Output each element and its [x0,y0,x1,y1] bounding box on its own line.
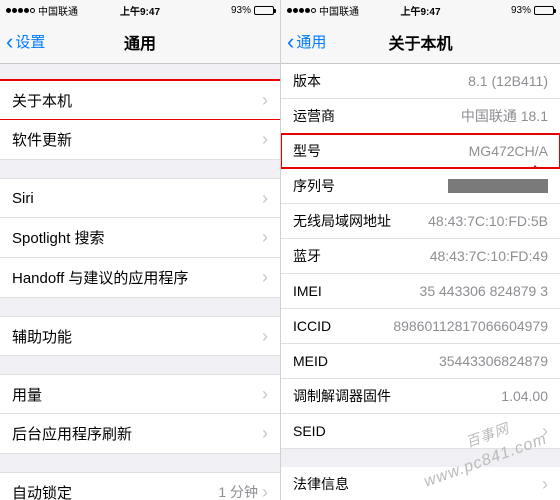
nav-bar: ‹ 设置 通用 [0,20,280,64]
software-update-cell[interactable]: 软件更新 › [0,120,280,160]
page-title: 关于本机 [388,30,452,54]
about-cell[interactable]: 关于本机 › [0,80,280,120]
autolock-cell[interactable]: 自动锁定 1 分钟› [0,472,280,500]
battery-pct: 93% [511,5,531,16]
chevron-right-icon: › [262,267,268,288]
chevron-right-icon: › [262,129,268,150]
cell-label: SEID [293,423,326,439]
cell-label: 关于本机 [12,90,72,111]
nav-bar: ‹ 通用 关于本机 [281,20,560,64]
cell-label: Siri [12,190,34,207]
spotlight-cell[interactable]: Spotlight 搜索 › [0,218,280,258]
battery-pct: 93% [231,5,251,16]
legal-cell[interactable]: 法律信息 › [281,467,560,500]
signal-icon [287,8,316,13]
bluetooth-cell[interactable]: 蓝牙 48:43:7C:10:FD:49 [281,239,560,274]
meid-cell[interactable]: MEID 35443306824879 [281,344,560,379]
cell-value: MG472CH/A [469,143,548,159]
carrier-label: 中国联通 [38,3,78,18]
cell-value: 48:43:7C:10:FD:49 [430,248,548,264]
general-settings-pane: 中国联通 上午9:47 93% ‹ 设置 通用 关于本机 › 软件更新 › [0,0,280,500]
page-title: 通用 [124,30,156,54]
serial-cell[interactable]: 序列号 [281,169,560,204]
imei-cell[interactable]: IMEI 35 443306 824879 3 [281,274,560,309]
wifi-cell[interactable]: 无线局域网地址 48:43:7C:10:FD:5B [281,204,560,239]
seid-cell[interactable]: SEID › [281,414,560,449]
cell-value: 35443306824879 [439,353,548,369]
cell-label: 序列号 [293,176,335,196]
chevron-right-icon: › [262,326,268,347]
iccid-cell[interactable]: ICCID 89860112817066604979 [281,309,560,344]
cell-value: 1 分钟 [218,482,258,500]
chevron-right-icon: › [262,384,268,405]
status-bar: 中国联通 上午9:47 93% [0,0,280,20]
clock: 上午9:47 [400,3,440,18]
chevron-right-icon: › [542,421,548,442]
cell-label: IMEI [293,283,322,299]
chevron-right-icon: › [262,188,268,209]
clock: 上午9:47 [120,3,160,18]
back-label: 设置 [15,31,45,52]
bg-refresh-cell[interactable]: 后台应用程序刷新 › [0,414,280,454]
signal-icon [6,8,35,13]
battery-icon [254,6,274,15]
cell-value: 89860112817066604979 [393,318,548,334]
about-list: 版本 8.1 (12B411) 运营商 中国联通 18.1 型号 MG472CH… [281,64,560,500]
modem-cell[interactable]: 调制解调器固件 1.04.00 [281,379,560,414]
version-cell[interactable]: 版本 8.1 (12B411) [281,64,560,99]
cell-label: Handoff 与建议的应用程序 [12,267,188,288]
chevron-right-icon: › [262,482,268,500]
cell-label: 无线局域网地址 [293,211,391,231]
chevron-right-icon: › [542,474,548,495]
chevron-right-icon: › [262,227,268,248]
back-label: 通用 [296,31,326,52]
cell-label: 法律信息 [293,474,349,494]
redacted-value [448,179,548,193]
cell-value: 48:43:7C:10:FD:5B [428,213,548,229]
cell-label: MEID [293,353,328,369]
cell-label: Spotlight 搜索 [12,227,105,248]
cell-label: ICCID [293,318,331,334]
cell-label: 蓝牙 [293,246,321,266]
battery-icon [534,6,554,15]
carrier-label: 中国联通 [319,3,359,18]
cell-value: 8.1 (12B411) [468,73,548,89]
siri-cell[interactable]: Siri › [0,178,280,218]
cell-label: 辅助功能 [12,326,72,347]
about-pane: 中国联通 上午9:47 93% ‹ 通用 关于本机 版本 8.1 (12B411… [280,0,560,500]
back-button[interactable]: ‹ 设置 [6,31,45,53]
status-bar: 中国联通 上午9:47 93% [281,0,560,20]
chevron-left-icon: ‹ [6,31,13,53]
cell-value: 中国联通 18.1 [461,106,548,126]
cell-value: 1.04.00 [501,388,548,404]
cell-label: 版本 [293,71,321,91]
accessibility-cell[interactable]: 辅助功能 › [0,316,280,356]
cell-label: 软件更新 [12,129,72,150]
cell-label: 用量 [12,384,42,405]
cell-label: 调制解调器固件 [293,386,391,406]
cell-label: 运营商 [293,106,335,126]
cell-label: 自动锁定 [12,482,72,500]
usage-cell[interactable]: 用量 › [0,374,280,414]
handoff-cell[interactable]: Handoff 与建议的应用程序 › [0,258,280,298]
cell-label: 后台应用程序刷新 [12,423,132,444]
chevron-left-icon: ‹ [287,31,294,53]
settings-list: 关于本机 › 软件更新 › Siri › Spotlight 搜索 › Hand… [0,64,280,500]
cell-label: 型号 [293,141,321,161]
model-cell[interactable]: 型号 MG472CH/A [281,134,560,169]
chevron-right-icon: › [262,90,268,111]
carrier-cell[interactable]: 运营商 中国联通 18.1 [281,99,560,134]
chevron-right-icon: › [262,423,268,444]
back-button[interactable]: ‹ 通用 [287,31,326,53]
cell-value: 35 443306 824879 3 [420,283,548,299]
